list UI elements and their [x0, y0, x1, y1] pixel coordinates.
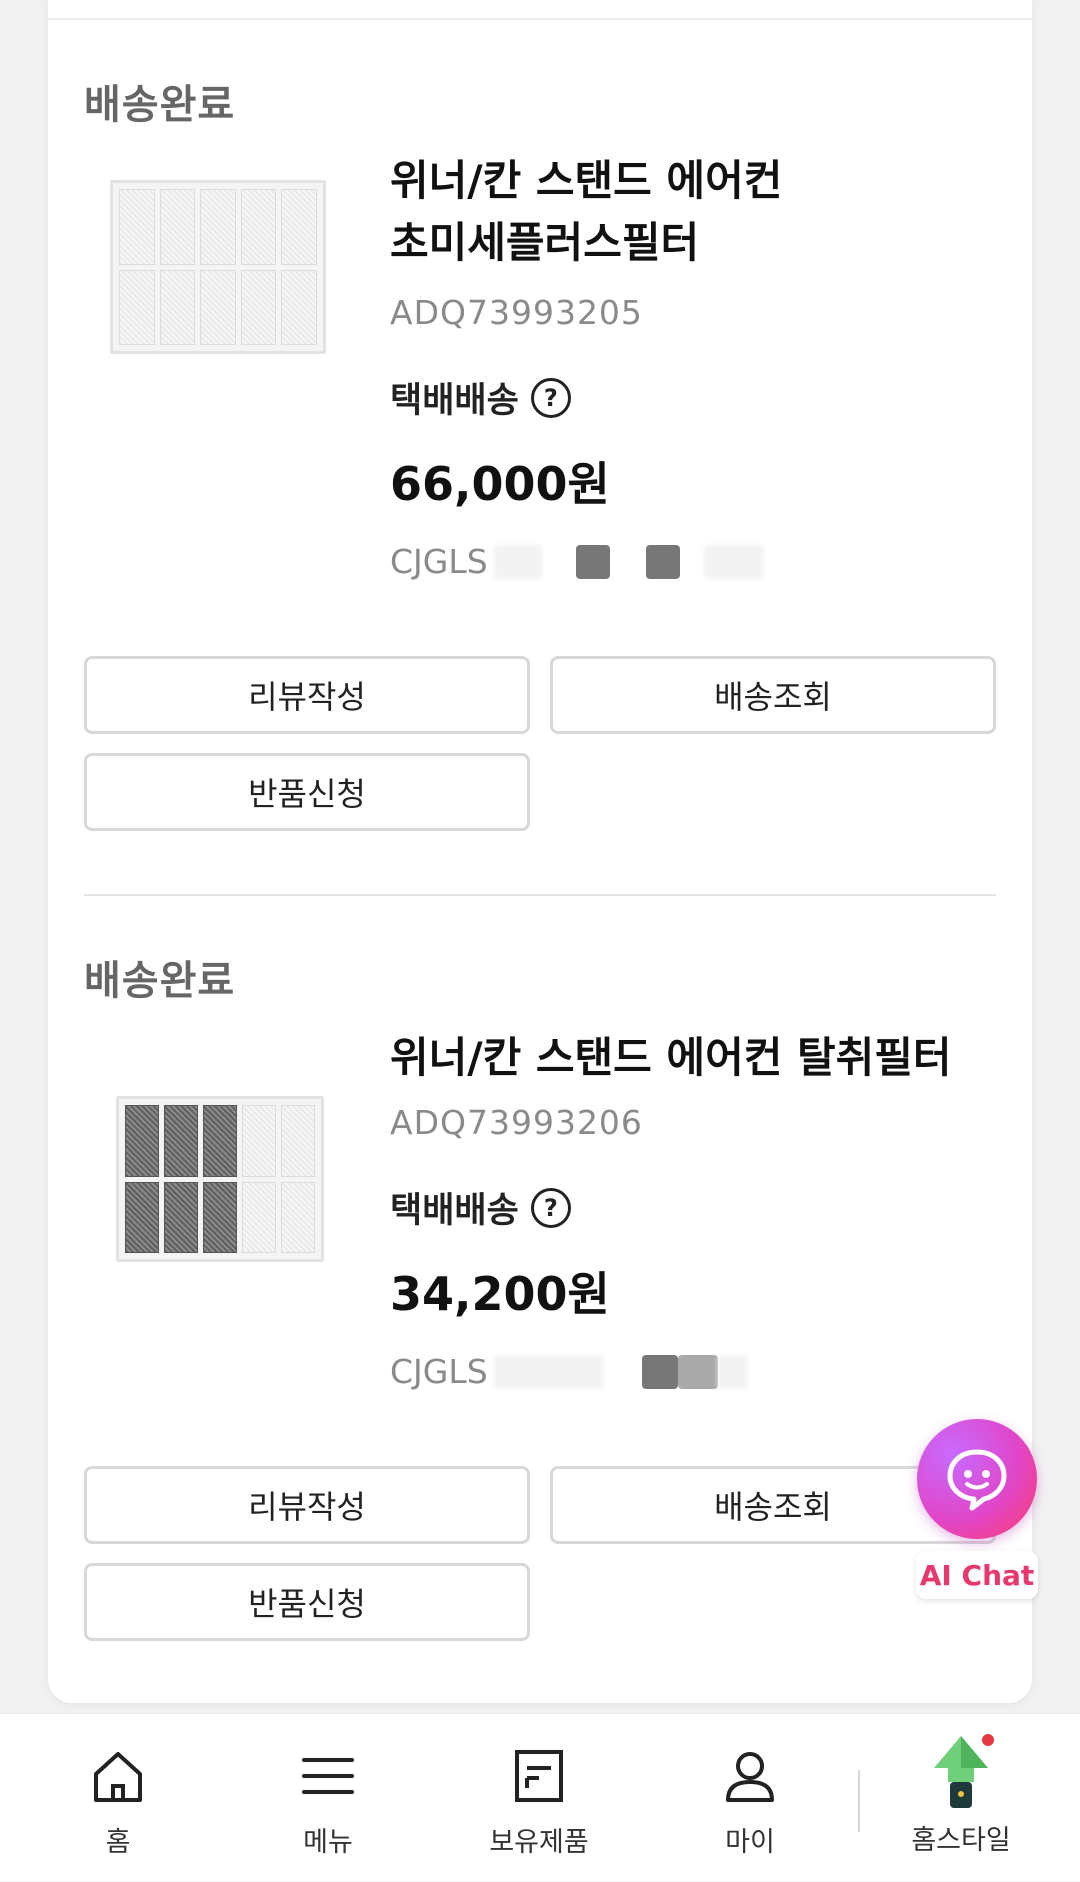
tracking-carrier: CJGLS: [390, 1352, 488, 1391]
return-request-button[interactable]: 반품신청: [84, 1563, 530, 1641]
product-price: 66,000원: [390, 457, 610, 511]
product-image[interactable]: [116, 1096, 324, 1262]
track-delivery-button[interactable]: 배송조회: [550, 656, 996, 734]
product-price: 34,200원: [390, 1267, 610, 1321]
redacted-block: [493, 544, 542, 579]
product-title-line: 초미세플러스필터: [390, 218, 700, 267]
bottom-navigation: 홈 메뉴 보유제품 마이 홈스타일: [0, 1713, 1080, 1881]
redacted-block: [645, 544, 680, 579]
redacted-block: [575, 544, 610, 579]
product-title[interactable]: 위너/칸 스탠드 에어컨 탈취필터: [390, 1027, 1010, 1089]
write-review-button[interactable]: 리뷰작성: [84, 656, 530, 734]
nav-my[interactable]: 마이: [660, 1714, 840, 1882]
redacted-block: [641, 1354, 678, 1389]
chat-bubble-icon: [947, 1449, 1007, 1511]
ai-chat-label[interactable]: AI Chat: [916, 1551, 1038, 1599]
nav-home-style[interactable]: 홈스타일: [871, 1714, 1051, 1882]
shipping-method: 택배배송 ?: [390, 372, 571, 423]
menu-icon: [296, 1744, 360, 1808]
help-icon[interactable]: ?: [530, 1187, 571, 1228]
nav-home[interactable]: 홈: [28, 1714, 208, 1882]
tracking-carrier: CJGLS: [390, 542, 488, 581]
order-divider: [84, 894, 996, 896]
nav-my-label: 마이: [725, 1827, 775, 1858]
product-code: ADQ73993205: [390, 293, 643, 332]
redacted-block: [493, 1354, 604, 1389]
nav-separator: [858, 1770, 860, 1832]
order-status: 배송완료: [84, 958, 236, 1004]
owned-products-icon: [507, 1744, 571, 1808]
product-title-line: 위너/칸 스탠드 에어컨 탈취필터: [390, 1033, 952, 1082]
redacted-block: [677, 1354, 718, 1389]
product-code: ADQ73993206: [390, 1103, 643, 1142]
product-image[interactable]: [110, 180, 326, 354]
write-review-button[interactable]: 리뷰작성: [84, 1466, 530, 1544]
person-icon: [718, 1744, 782, 1808]
nav-home-label: 홈: [105, 1827, 131, 1858]
tracking-number: CJGLS: [390, 1352, 748, 1391]
home-icon: [86, 1744, 150, 1808]
tracking-number: CJGLS: [390, 542, 764, 581]
home-style-icon: [926, 1732, 996, 1812]
ai-chat-button[interactable]: [917, 1419, 1037, 1539]
card-top-divider: [48, 18, 1032, 20]
product-title[interactable]: 위너/칸 스탠드 에어컨 초미세플러스필터: [390, 150, 1010, 274]
nav-owned-products-label: 보유제품: [489, 1827, 589, 1858]
help-icon[interactable]: ?: [530, 377, 571, 418]
nav-owned-products[interactable]: 보유제품: [449, 1714, 629, 1882]
shipping-method: 택배배송 ?: [390, 1182, 571, 1233]
shipping-method-label: 택배배송: [390, 381, 519, 421]
return-request-button[interactable]: 반품신청: [84, 753, 530, 831]
product-title-line: 위너/칸 스탠드 에어컨: [390, 156, 783, 205]
nav-home-style-label: 홈스타일: [911, 1825, 1011, 1856]
redacted-block: [703, 544, 764, 579]
order-status: 배송완료: [84, 82, 236, 128]
shipping-method-label: 택배배송: [390, 1191, 519, 1231]
nav-menu[interactable]: 메뉴: [238, 1714, 418, 1882]
redacted-block: [717, 1354, 748, 1389]
orders-card: 배송완료 위너/칸 스탠드 에어컨 초미세플러스필터 ADQ73993205 택…: [48, 0, 1032, 1703]
nav-menu-label: 메뉴: [303, 1827, 353, 1858]
